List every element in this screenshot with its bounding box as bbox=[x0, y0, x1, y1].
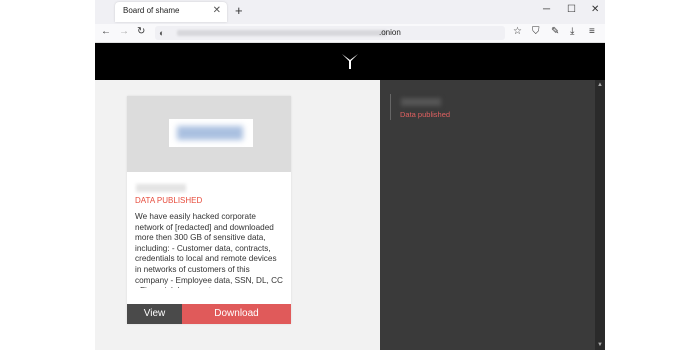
back-icon[interactable]: ← bbox=[101, 26, 111, 37]
url-blurred-host bbox=[177, 30, 387, 36]
downloads-icon[interactable]: ⤓ bbox=[570, 26, 574, 37]
maximize-icon[interactable]: ☐ bbox=[567, 4, 576, 15]
download-button[interactable]: Download bbox=[182, 304, 291, 324]
scroll-down-icon[interactable]: ▼ bbox=[597, 342, 603, 348]
victim-card: DATA PUBLISHED We have easily hacked cor… bbox=[127, 96, 291, 324]
site-header bbox=[95, 43, 605, 80]
minimize-icon[interactable]: ─ bbox=[543, 4, 550, 15]
status-label: DATA PUBLISHED bbox=[135, 196, 203, 205]
bookmark-star-icon[interactable]: ☆ bbox=[513, 26, 522, 37]
site-info-icon[interactable]: ◐ bbox=[159, 28, 164, 38]
blurred-logo bbox=[169, 119, 253, 147]
url-text: .onion bbox=[379, 28, 401, 37]
browser-window: Board of shame ✕ + ─ ☐ ✕ ← → ↻ ◐ .onion … bbox=[95, 0, 605, 350]
new-tab-icon[interactable]: + bbox=[235, 3, 243, 18]
side-panel-entry[interactable]: Data published bbox=[390, 94, 511, 120]
close-tab-icon[interactable]: ✕ bbox=[213, 5, 221, 16]
side-status-label: Data published bbox=[400, 110, 451, 119]
site-logo-icon bbox=[342, 54, 358, 69]
close-window-icon[interactable]: ✕ bbox=[591, 4, 599, 15]
scroll-up-icon[interactable]: ▲ bbox=[597, 82, 603, 88]
url-bar[interactable]: ◐ .onion bbox=[155, 26, 505, 40]
scrollbar[interactable]: ▲ ▼ bbox=[595, 80, 605, 350]
side-panel: Data published bbox=[380, 80, 595, 350]
blurred-victim-name bbox=[136, 184, 186, 192]
main-content: DATA PUBLISHED We have easily hacked cor… bbox=[95, 80, 380, 350]
card-image bbox=[127, 96, 291, 172]
extensions-icon[interactable]: ✎ bbox=[551, 26, 559, 37]
view-button[interactable]: View bbox=[127, 304, 182, 324]
blurred-entry-name bbox=[401, 98, 441, 106]
tab-board-of-shame[interactable]: Board of shame ✕ bbox=[115, 2, 227, 22]
card-description: We have easily hacked corporate network … bbox=[135, 212, 283, 288]
tab-strip: Board of shame ✕ + ─ ☐ ✕ bbox=[95, 0, 605, 24]
menu-icon[interactable]: ≡ bbox=[589, 26, 595, 37]
nav-toolbar: ← → ↻ ◐ .onion ☆ ⛉ ✎ ⤓ ≡ bbox=[95, 24, 605, 43]
forward-icon[interactable]: → bbox=[119, 26, 129, 37]
tab-title: Board of shame bbox=[123, 6, 180, 15]
shield-icon[interactable]: ⛉ bbox=[532, 26, 540, 37]
reload-icon[interactable]: ↻ bbox=[137, 26, 145, 37]
